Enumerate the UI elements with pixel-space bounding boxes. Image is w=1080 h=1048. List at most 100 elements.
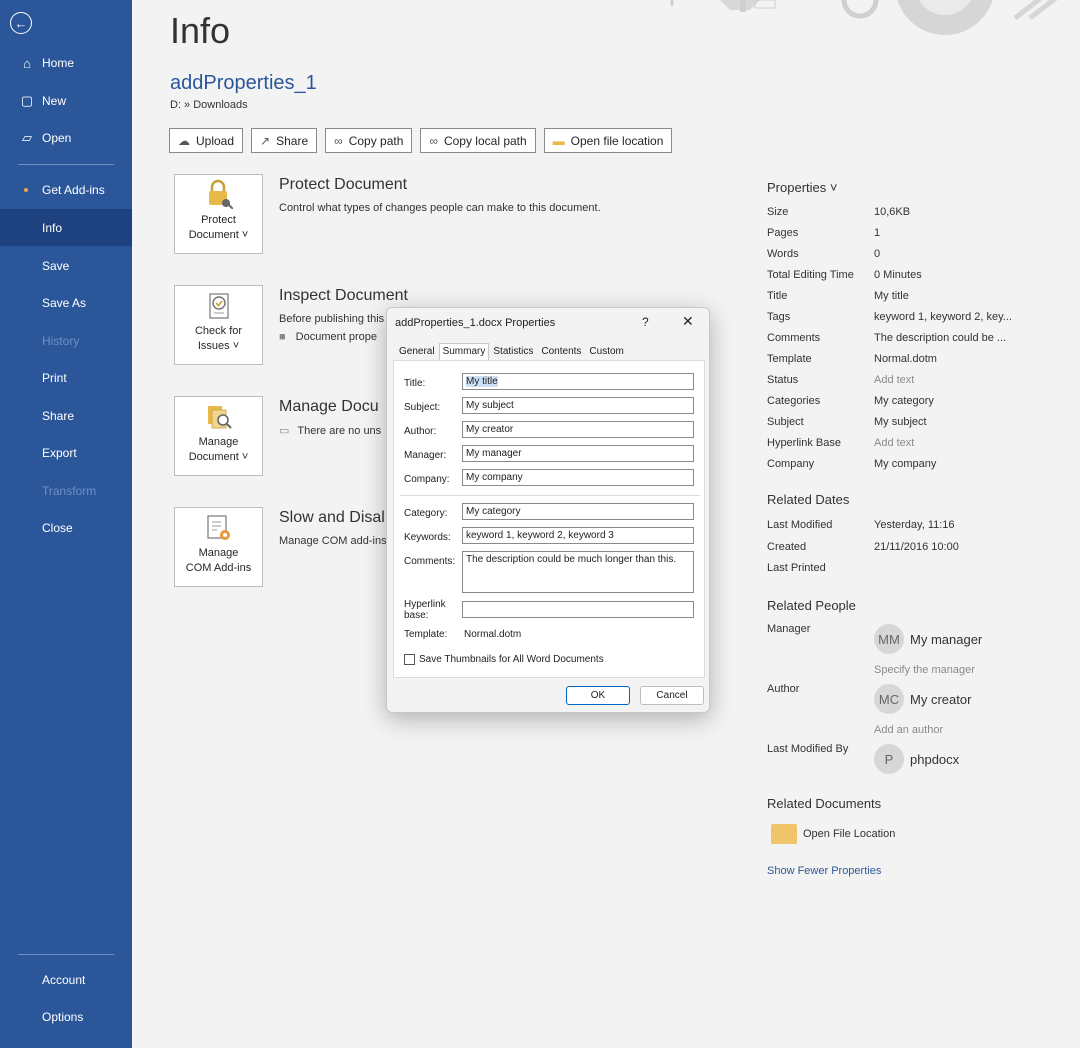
last-modified-by-person[interactable]: P phpdocx [874,744,959,774]
open-file-location-link[interactable]: Open File Location [767,824,895,844]
property-value[interactable]: My subject [874,416,927,428]
property-value[interactable]: keyword 1, keyword 2, key... [874,311,1012,323]
related-documents-header: Related Documents [767,796,882,811]
decorative-header-art [670,0,1058,35]
upload-button[interactable]: ☁ Upload [169,128,244,153]
back-arrow-icon[interactable]: ← [10,12,32,34]
cancel-button[interactable]: Cancel [640,686,704,705]
open-file-location-label: Open File Location [803,828,896,840]
manager-person[interactable]: MM My manager [874,624,982,654]
folder-icon [771,824,797,844]
save-thumbnails-checkbox[interactable]: Save Thumbnails for All Word Documents [404,654,604,665]
sidebar-item-new[interactable]: ▢ New [0,83,132,119]
tab-summary[interactable]: Summary [438,343,490,360]
cloud-upload-icon: ☁ [178,133,190,148]
section-bullet-text: Document prope [295,331,377,343]
property-label: Company [767,458,815,470]
link-icon: ∞ [334,133,343,148]
lock-key-icon [208,179,233,209]
subject-field[interactable]: My subject [462,397,694,414]
tile-label: Manage [198,436,239,448]
help-button[interactable]: ? [642,315,649,329]
person-name: phpdocx [910,751,960,767]
sidebar-item-open[interactable]: ▱ Open [0,120,132,156]
sidebar-item-label: Close [42,521,73,535]
manage-document-button[interactable]: Manage Document ˅ [174,396,263,476]
section-description: ▭ There are no uns [279,424,381,437]
author-field[interactable]: My creator [462,421,694,438]
home-icon: ⌂ [23,55,31,71]
section-bullet: ■ Document prope [279,331,377,343]
manager-field[interactable]: My manager [462,445,694,462]
property-label: Author [767,683,800,695]
sidebar-item-label: Options [42,1010,84,1024]
sidebar-item-print[interactable]: Print [0,360,132,396]
property-value[interactable]: My title [874,290,909,302]
comments-field[interactable]: The description could be much longer tha… [462,551,694,593]
sidebar-item-label: History [42,334,80,348]
sidebar-item-info[interactable]: Info [0,209,132,246]
tile-label: Issues ˅ [197,340,240,352]
avatar: P [874,744,904,774]
person-name: My creator [910,691,972,707]
manage-com-add-ins-button[interactable]: Manage COM Add-ins [174,507,263,587]
property-value[interactable]: My company [874,458,936,470]
sidebar-item-label: Open [42,131,72,145]
close-icon[interactable]: ✕ [682,313,694,330]
sidebar-item-export[interactable]: Export [0,435,132,471]
sidebar-item-account[interactable]: Account [0,962,132,998]
property-label: Pages [767,227,799,239]
sidebar-item-options[interactable]: Options [0,999,132,1035]
protect-document-button[interactable]: Protect Document ˅ [174,174,263,254]
tab-general[interactable]: General [395,343,439,360]
dialog-title: addProperties_1.docx Properties [395,317,556,329]
section-title: Inspect Document [279,287,408,304]
copy-path-button-label: Copy path [348,133,404,148]
com-add-ins-icon [206,515,230,540]
backstage-sidebar: ← ⌂ Home ▢ New ▱ Open Get Add-ins Info S… [0,0,132,1048]
tab-custom[interactable]: Custom [585,343,627,360]
checkbox-box [404,654,415,665]
sidebar-item-close[interactable]: Close [0,510,132,546]
sidebar-item-label: Print [42,371,67,385]
open-file-location-button-label: Open file location [570,133,664,148]
property-value[interactable]: My category [874,395,934,407]
open-file-location-button[interactable]: ▬ Open file location [543,128,673,153]
sidebar-item-home[interactable]: ⌂ Home [0,45,132,81]
keywords-field[interactable]: keyword 1, keyword 2, keyword 3 [462,527,694,544]
com-add-ins-section: Manage COM Add-ins Slow and Disal Manage… [174,507,387,587]
property-value[interactable]: The description could be ... [874,332,1006,344]
sidebar-item-save-as[interactable]: Save As [0,285,132,321]
sidebar-item-label: Home [42,56,75,70]
field-label: Author: [404,426,437,437]
field-label: Keywords: [404,532,451,543]
tab-statistics[interactable]: Statistics [489,343,537,360]
author-person[interactable]: MC My creator [874,684,971,714]
show-fewer-properties-link[interactable]: Show Fewer Properties [767,865,881,877]
properties-dropdown[interactable]: Properties ˅ [767,180,1067,195]
sidebar-item-share[interactable]: Share [0,398,132,434]
sidebar-item-get-add-ins[interactable]: Get Add-ins [0,172,132,208]
share-button[interactable]: ↗ Share [251,128,318,153]
sidebar-item-label: New [42,94,67,108]
property-label: Template [767,353,812,365]
property-value[interactable]: Add text [874,374,914,386]
title-field[interactable]: My title [462,373,694,390]
copy-local-path-button[interactable]: ∞ Copy local path [420,128,536,153]
tab-contents[interactable]: Contents [537,343,585,360]
inspect-document-icon [208,293,229,319]
property-value[interactable]: Add text [874,437,914,449]
sidebar-item-label: Get Add-ins [42,183,105,197]
sidebar-item-save[interactable]: Save [0,248,132,284]
check-for-issues-button[interactable]: Check for Issues ˅ [174,285,263,365]
section-description: Before publishing this [279,313,385,325]
field-divider [400,495,700,496]
category-field[interactable]: My category [462,503,694,520]
add-author-link[interactable]: Add an author [874,724,943,736]
specify-manager-link[interactable]: Specify the manager [874,664,975,676]
company-field[interactable]: My company [462,469,694,486]
ok-button[interactable]: OK [566,686,630,705]
hyperlink-base-field[interactable] [462,601,694,618]
dialog-tabs: General Summary Statistics Contents Cust… [395,343,628,360]
copy-path-button[interactable]: ∞ Copy path [325,128,413,153]
